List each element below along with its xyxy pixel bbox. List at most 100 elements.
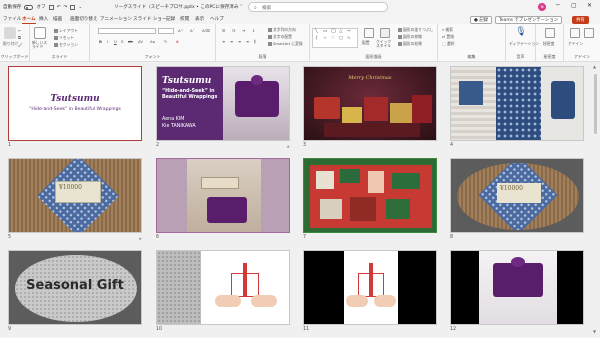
layout-button[interactable]: レイアウト [54, 28, 78, 33]
heart-shape-icon[interactable]: ♡ [331, 36, 335, 41]
slide-thumbnail[interactable] [156, 250, 290, 325]
slide-item[interactable]: 6 [156, 158, 290, 246]
font-shrink-icon[interactable]: Aˇ [190, 28, 195, 33]
new-slide-icon[interactable] [34, 27, 46, 39]
arrow-shape-icon[interactable]: ⇨ [347, 29, 351, 34]
align-left-icon[interactable]: ≡ [222, 39, 225, 44]
bold-icon[interactable]: B [99, 39, 102, 44]
slide-thumbnail[interactable]: Tsutsumu “Hide-and-Seek” in Beautiful Wr… [8, 66, 142, 141]
tab-home[interactable]: ホーム [22, 16, 36, 24]
scroll-down-icon[interactable]: ▼ [593, 329, 596, 334]
share-button[interactable]: 共有 [572, 16, 589, 24]
slide-thumbnail[interactable]: Seasonal Gift [8, 250, 142, 325]
font-family-dropdown[interactable] [98, 28, 156, 34]
tab-review[interactable]: 校閲 [180, 16, 189, 22]
indent-icon[interactable]: ⇥ [242, 28, 245, 33]
designer-icon[interactable] [584, 28, 594, 38]
replace-button[interactable]: ⇄ 置換 [442, 34, 454, 39]
shadow-icon[interactable]: S [121, 39, 123, 44]
justify-icon[interactable]: ≡ [246, 39, 249, 44]
tab-insert[interactable]: 挿入 [39, 16, 48, 22]
tab-draw[interactable]: 描画 [53, 16, 62, 22]
underline-icon[interactable]: U [114, 39, 117, 44]
line-shape-icon[interactable]: ╲ [315, 29, 318, 34]
font-grow-icon[interactable]: A^ [178, 28, 184, 33]
shape-fill-button[interactable]: 図形の塗りつぶし [398, 27, 433, 32]
search-box[interactable]: ⌕ 検索 [248, 2, 388, 12]
select-button[interactable]: ⬚ 選択 [442, 41, 454, 46]
tab-help[interactable]: ヘルプ [210, 16, 224, 22]
slide-thumbnail[interactable]: ¥10000 [8, 158, 142, 233]
shape-outline-button[interactable]: 図形の枠線 [398, 34, 422, 39]
slide-item[interactable]: 7 [303, 158, 437, 246]
addins-icon[interactable] [570, 28, 580, 38]
slide-item[interactable]: Seasonal Gift 9 [8, 250, 142, 338]
tab-file[interactable]: ファイル [3, 16, 21, 22]
columns-icon[interactable]: ⫼ [254, 39, 256, 44]
highlight-icon[interactable]: ✎ [164, 39, 167, 44]
quick-styles-icon[interactable] [380, 28, 390, 38]
autosave-toggle[interactable] [24, 4, 34, 10]
align-right-icon[interactable]: ≡ [238, 39, 241, 44]
close-icon[interactable]: ✕ [587, 2, 592, 9]
save-icon[interactable] [48, 4, 54, 10]
tab-slideshow[interactable]: スライド ショー [133, 16, 167, 22]
tab-record[interactable]: 記録 [166, 16, 175, 22]
vertical-scrollbar[interactable]: ▲ ▼ [593, 64, 598, 334]
section-button[interactable]: セクション [54, 42, 78, 47]
align-center-icon[interactable]: ≡ [230, 39, 233, 44]
paste-icon[interactable] [4, 27, 16, 39]
change-case-icon[interactable]: Aa [150, 39, 155, 44]
callout-shape-icon[interactable]: ◻ [339, 36, 343, 41]
copy-icon[interactable]: ⧉ [18, 35, 21, 40]
tab-transitions[interactable]: 画面切り替え [70, 16, 98, 22]
italic-icon[interactable]: I [107, 39, 108, 44]
align-text-button[interactable]: 文字の配置 [268, 34, 292, 39]
slide-thumbnail[interactable] [450, 66, 584, 141]
font-size-dropdown[interactable] [158, 28, 174, 34]
microphone-icon[interactable]: 🎙 [515, 27, 527, 39]
slide-thumbnail[interactable] [303, 158, 437, 233]
slide-thumbnail[interactable]: Merry Christmas [303, 66, 437, 141]
find-button[interactable]: ⌕ 検索 [442, 27, 453, 32]
slide-item[interactable]: Tsutsumu “Hide-and-Seek” in Beautiful Wr… [156, 66, 290, 154]
start-from-beginning-icon[interactable] [70, 4, 76, 10]
slide-thumbnail[interactable] [450, 250, 584, 325]
slide-item[interactable]: 12 [450, 250, 584, 338]
scroll-up-icon[interactable]: ▲ [593, 64, 596, 69]
rectangle-shape-icon[interactable]: ▭ [323, 29, 327, 34]
redo-icon[interactable]: ↷ [63, 5, 67, 10]
record-button[interactable]: ● 記録 [470, 16, 493, 24]
slide-item[interactable]: ¥10000 8 [450, 158, 584, 246]
tab-animations[interactable]: アニメーション [100, 16, 132, 22]
star-shape-icon[interactable]: ☆ [323, 36, 327, 41]
numbering-icon[interactable]: ☷ [232, 28, 235, 33]
slide-thumbnail[interactable] [303, 250, 437, 325]
brace-shape-icon[interactable]: { [315, 36, 318, 41]
slide-item[interactable]: 4 [450, 66, 584, 154]
bullets-icon[interactable]: ☰ [222, 28, 225, 33]
slide-item[interactable]: ¥10000 5 ★ [8, 158, 142, 246]
minimize-icon[interactable]: ─ [556, 2, 560, 9]
scrollbar-thumb[interactable] [594, 74, 597, 134]
curve-shape-icon[interactable]: ∿ [347, 36, 351, 41]
qat-more-icon[interactable]: ⌄ [78, 5, 82, 10]
font-color-icon[interactable]: A [176, 39, 179, 44]
maximize-icon[interactable]: ▢ [571, 2, 577, 9]
document-title[interactable]: リーグスライド（スピーチプロサ.pptx • このPCに保存済み ˅ [114, 4, 242, 10]
char-spacing-icon[interactable]: AV [138, 39, 143, 44]
slide-item[interactable]: Merry Christmas 3 [303, 66, 437, 154]
oval-shape-icon[interactable]: ◯ [331, 29, 336, 34]
slide-thumbnail[interactable] [156, 158, 290, 233]
triangle-shape-icon[interactable]: △ [339, 29, 342, 34]
reset-button[interactable]: リセット [54, 35, 74, 40]
undo-icon[interactable]: ↶ [57, 5, 61, 10]
slide-item[interactable]: 11 [303, 250, 437, 338]
slide-item[interactable]: 10 [156, 250, 290, 338]
shapes-gallery[interactable]: ╲ ▭ ◯ △ ⇨ { ☆ ♡ ◻ ∿ [312, 28, 358, 48]
slide-thumbnail[interactable]: ¥10000 [450, 158, 584, 233]
avatar[interactable]: Te [538, 3, 546, 11]
slide-thumbnail[interactable]: Tsutsumu “Hide-and-Seek” in Beautiful Wr… [156, 66, 290, 141]
line-spacing-icon[interactable]: ↕ [252, 28, 255, 33]
cut-icon[interactable]: ✂ [18, 28, 21, 33]
